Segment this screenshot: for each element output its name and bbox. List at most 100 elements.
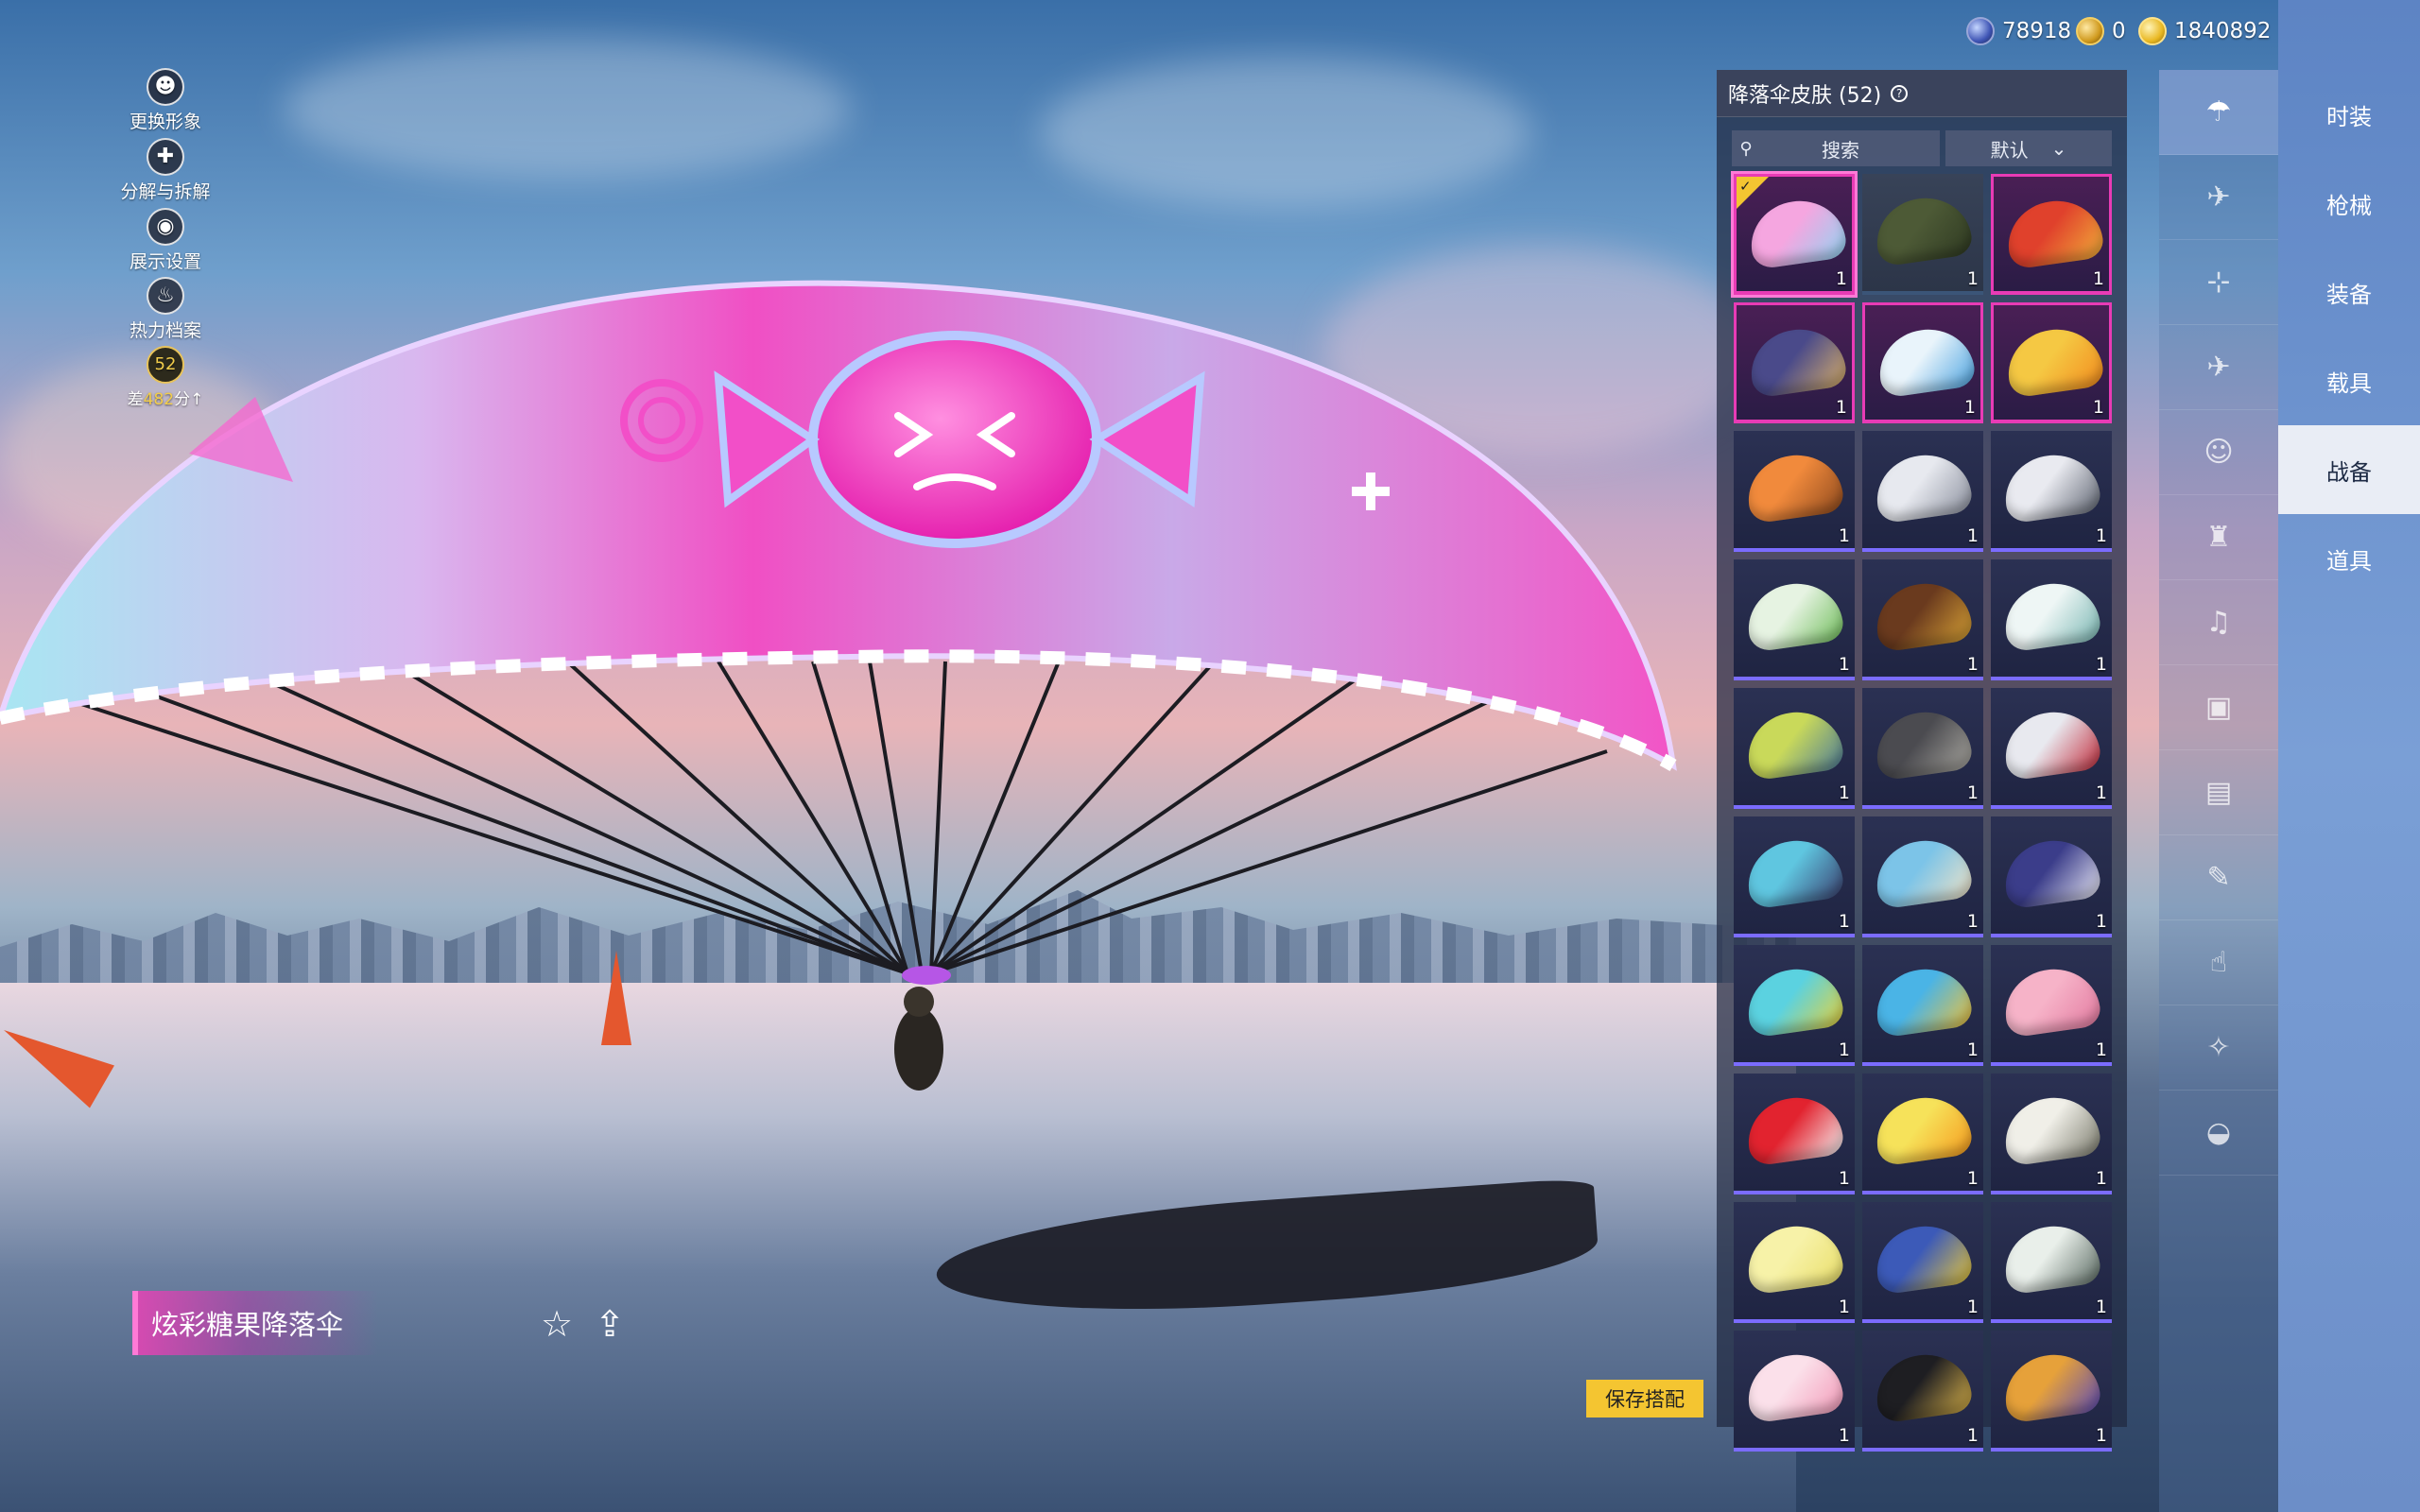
category-hand[interactable]: ☝ bbox=[2159, 920, 2278, 1005]
tab-1[interactable]: 枪械 bbox=[2278, 159, 2420, 248]
parachute-thumbnail-icon bbox=[1871, 963, 1975, 1039]
tab-label: 装备 bbox=[2326, 281, 2372, 308]
skin-item[interactable]: 1 bbox=[1862, 559, 1983, 680]
parachute-thumbnail-icon bbox=[1742, 1091, 1846, 1167]
tab-2[interactable]: 装备 bbox=[2278, 248, 2420, 336]
heat-profile-button[interactable]: ♨ 热力档案 bbox=[113, 277, 217, 342]
skin-item[interactable]: 1 bbox=[1734, 1074, 1855, 1194]
skin-item[interactable]: 1 bbox=[1862, 1074, 1983, 1194]
rank-badge-button[interactable]: 52 差482分↑ bbox=[113, 346, 217, 409]
puzzle-icon: ✚ bbox=[147, 138, 184, 176]
dish-icon: ◒ bbox=[2205, 1116, 2232, 1149]
item-count: 1 bbox=[1838, 1040, 1850, 1060]
search-placeholder: 搜索 bbox=[1822, 138, 1859, 162]
skin-item[interactable]: 1 bbox=[1734, 302, 1855, 423]
item-count: 1 bbox=[2095, 1425, 2107, 1446]
player-character bbox=[894, 1007, 943, 1091]
category-plane[interactable]: ✈ bbox=[2159, 325, 2278, 410]
skin-item[interactable]: 1 bbox=[1991, 816, 2112, 937]
skin-item[interactable]: 1 bbox=[1734, 688, 1855, 809]
sort-label: 默认 bbox=[1990, 138, 2029, 162]
category-speaker[interactable]: ♫ bbox=[2159, 580, 2278, 665]
parachute-thumbnail-icon bbox=[1999, 1091, 2103, 1167]
item-count: 1 bbox=[1966, 525, 1979, 546]
skin-item[interactable]: 1 bbox=[1991, 1331, 2112, 1452]
item-count: 1 bbox=[2092, 397, 2104, 418]
skin-item[interactable]: 1 bbox=[1862, 945, 1983, 1066]
skin-grid: 1 ✓ 1 1 1 1 1 1 1 1 1 1 1 1 1 1 1 1 1 1 1 1 1 1 1 1 1 1 1 1 1 bbox=[1731, 171, 2127, 1452]
tab-4[interactable]: 战备 bbox=[2278, 425, 2420, 514]
skin-item[interactable]: 1 bbox=[1862, 1202, 1983, 1323]
glider-icon: ✈ bbox=[2206, 180, 2231, 214]
skin-item[interactable]: 1 bbox=[1862, 302, 1983, 423]
skin-item[interactable]: 1 bbox=[1734, 945, 1855, 1066]
category-face[interactable]: ☺ bbox=[2159, 410, 2278, 495]
skin-item[interactable]: 1 bbox=[1734, 816, 1855, 937]
change-appearance-button[interactable]: ☻ 更换形象 bbox=[113, 68, 217, 133]
currency-value: 78918 bbox=[2002, 19, 2072, 43]
chat-icon: ▣ bbox=[2204, 691, 2233, 724]
skin-item[interactable]: 1 bbox=[1862, 174, 1983, 295]
skin-item[interactable]: 1 ✓ bbox=[1731, 171, 1858, 298]
speaker-icon: ♫ bbox=[2205, 606, 2232, 639]
skin-item[interactable]: 1 bbox=[1734, 431, 1855, 552]
skin-item[interactable]: 1 bbox=[1862, 431, 1983, 552]
help-icon[interactable]: ? bbox=[1891, 84, 1909, 102]
skin-item[interactable]: 1 bbox=[1991, 302, 2112, 423]
item-count: 1 bbox=[1838, 911, 1850, 932]
category-wand[interactable]: ✧ bbox=[2159, 1005, 2278, 1091]
category-parachute[interactable]: ☂ bbox=[2159, 70, 2278, 155]
skin-item[interactable]: 1 bbox=[1991, 1074, 2112, 1194]
favorite-button[interactable]: ☆ bbox=[535, 1302, 579, 1346]
panel-header: 降落伞皮肤 (52) ? bbox=[1717, 70, 2127, 117]
tab-label: 枪械 bbox=[2326, 192, 2372, 219]
category-robot[interactable]: ♜ bbox=[2159, 495, 2278, 580]
category-glider[interactable]: ✈ bbox=[2159, 155, 2278, 240]
skin-item[interactable]: 1 bbox=[1734, 1202, 1855, 1323]
parachute-thumbnail-icon bbox=[1871, 192, 1975, 267]
skin-item[interactable]: 1 bbox=[1991, 559, 2112, 680]
tab-0[interactable]: 时装 bbox=[2278, 70, 2420, 159]
tab-5[interactable]: 道具 bbox=[2278, 514, 2420, 603]
skin-item[interactable]: 1 bbox=[1991, 945, 2112, 1066]
parachute-preview[interactable] bbox=[0, 274, 1683, 1125]
item-count: 1 bbox=[2092, 268, 2104, 289]
item-count: 1 bbox=[1963, 397, 1976, 418]
skin-item[interactable]: 1 bbox=[1862, 688, 1983, 809]
parachute-thumbnail-icon bbox=[1871, 1091, 1975, 1167]
skin-item[interactable]: 1 bbox=[1734, 559, 1855, 680]
star-icon: ☆ bbox=[540, 1303, 574, 1345]
skin-item[interactable]: 1 bbox=[1991, 688, 2112, 809]
parachute-thumbnail-icon bbox=[2002, 195, 2106, 270]
parachute-thumbnail-icon bbox=[1742, 706, 1846, 782]
spray-icon: ✎ bbox=[2206, 861, 2231, 894]
display-settings-button[interactable]: ◉ 展示设置 bbox=[113, 208, 217, 273]
category-spray[interactable]: ✎ bbox=[2159, 835, 2278, 920]
selected-item-name: 炫彩糖果降落伞 bbox=[132, 1291, 378, 1355]
category-dish[interactable]: ◒ bbox=[2159, 1091, 2278, 1176]
avatar-icon: ☻ bbox=[147, 68, 184, 106]
skin-item[interactable]: 1 bbox=[1734, 1331, 1855, 1452]
parachute-thumbnail-icon bbox=[1999, 963, 2103, 1039]
skin-item[interactable]: 1 bbox=[1991, 431, 2112, 552]
parachute-thumbnail-icon bbox=[1742, 449, 1846, 524]
category-chat[interactable]: ▣ bbox=[2159, 665, 2278, 750]
save-outfit-button[interactable]: 保存搭配 bbox=[1586, 1380, 1703, 1418]
item-count: 1 bbox=[1835, 397, 1847, 418]
item-count: 1 bbox=[1966, 782, 1979, 803]
category-gallery[interactable]: ▤ bbox=[2159, 750, 2278, 835]
skin-item[interactable]: 1 bbox=[1991, 1202, 2112, 1323]
tab-3[interactable]: 载具 bbox=[2278, 336, 2420, 425]
skin-item[interactable]: 1 bbox=[1862, 816, 1983, 937]
decompose-button[interactable]: ✚ 分解与拆解 bbox=[113, 138, 217, 203]
parachute-thumbnail-icon bbox=[1742, 834, 1846, 910]
share-button[interactable]: ⇪ bbox=[588, 1302, 631, 1346]
search-input[interactable]: ⚲ 搜索 bbox=[1732, 130, 1940, 166]
item-count: 1 bbox=[1838, 1425, 1850, 1446]
gallery-icon: ▤ bbox=[2204, 776, 2233, 809]
category-drone[interactable]: ⊹ bbox=[2159, 240, 2278, 325]
sort-dropdown[interactable]: 默认 ⌄ bbox=[1945, 130, 2112, 166]
skin-item[interactable]: 1 bbox=[1862, 1331, 1983, 1452]
item-name-label: 炫彩糖果降落伞 bbox=[151, 1309, 344, 1341]
skin-item[interactable]: 1 bbox=[1991, 174, 2112, 295]
